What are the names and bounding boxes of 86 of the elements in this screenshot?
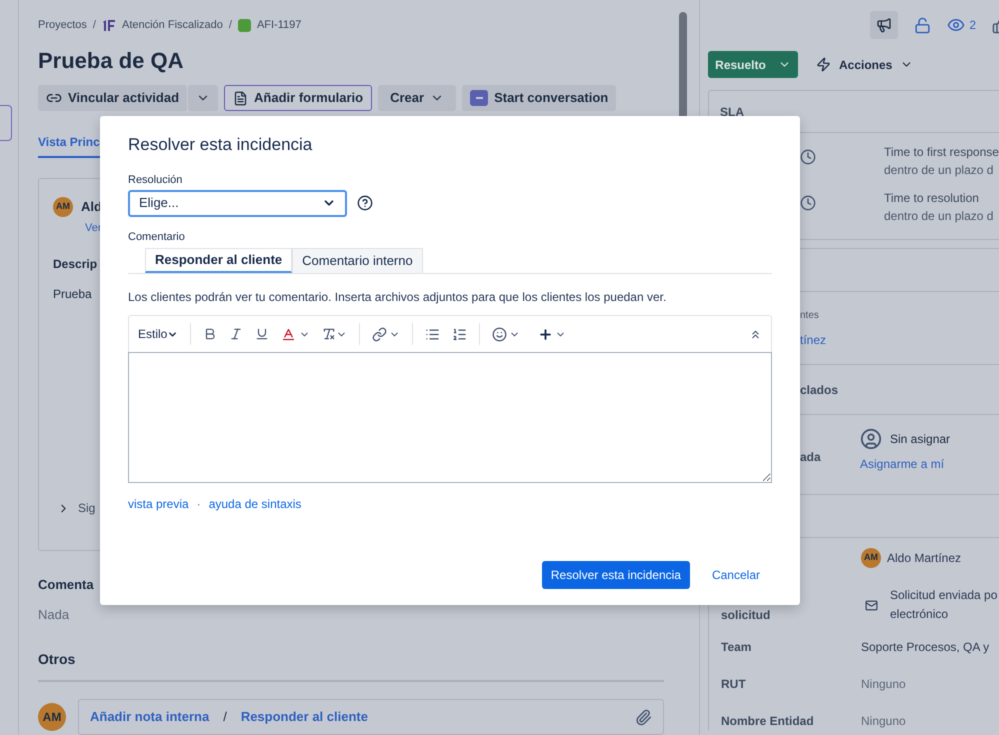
comments-text: Nada	[38, 606, 70, 624]
field-label: RUT	[721, 677, 746, 691]
preview-link[interactable]: vista previa	[128, 495, 189, 513]
section-heading: Descrip	[53, 256, 98, 272]
field-value: Solicitud enviada po	[890, 587, 998, 604]
field-label: ada	[799, 449, 822, 466]
text-color-icon[interactable]	[281, 326, 296, 342]
link-activity-button[interactable]: Vincular actividad	[38, 85, 188, 111]
field-label: solicitud	[721, 608, 770, 622]
plus-icon[interactable]	[538, 326, 554, 342]
panel-heading: SLA	[720, 104, 744, 120]
avatar: AM	[861, 548, 881, 568]
field-value: Ninguno	[861, 677, 906, 691]
field-label: Team	[721, 640, 752, 654]
breadcrumb-separator: /	[92, 18, 96, 33]
chat-app-icon	[470, 90, 488, 106]
sidebar-item[interactable]	[0, 105, 12, 141]
field-value: Soporte Procesos, QA y	[861, 640, 990, 654]
breadcrumb-link[interactable]: AFI-1197	[256, 16, 302, 34]
status-button[interactable]: Resuelto	[708, 51, 798, 78]
field-label: Resolución	[128, 173, 184, 188]
description-text: Prueba	[53, 286, 92, 302]
field-value: Ninguno	[861, 714, 906, 728]
lock-icon[interactable]	[914, 16, 932, 34]
issue-type-icon	[238, 18, 251, 32]
section-heading: Comenta	[38, 576, 94, 594]
mail-icon	[865, 598, 878, 612]
field-label: Comentario	[128, 230, 186, 244]
bold-icon[interactable]	[203, 327, 218, 341]
add-form-button[interactable]: Añadir formulario	[224, 85, 372, 111]
user-icon	[860, 428, 882, 450]
field-value: electrónico	[890, 606, 950, 623]
help-icon[interactable]	[357, 195, 373, 211]
avatar: AM	[38, 703, 66, 731]
bullet-list-icon[interactable]	[425, 326, 440, 342]
comment-tab[interactable]: Comentario interno	[292, 248, 423, 273]
comment-composer[interactable]: Añadir nota interna / Responder al cliente	[78, 699, 664, 735]
clock-icon	[800, 195, 816, 211]
feedback-button[interactable]	[870, 11, 898, 39]
field-label: Nombre Entidad	[721, 714, 814, 728]
link-icon[interactable]	[372, 326, 388, 342]
sla-name: Time to first response	[884, 144, 999, 161]
section-toggle[interactable]: Sig	[78, 499, 96, 517]
sla-status: dentro de un plazo d	[884, 208, 994, 225]
breadcrumb-link[interactable]: Proyectos	[38, 16, 87, 34]
sla-status: dentro de un plazo d	[884, 162, 994, 179]
field-value: Aldo Martínez	[887, 550, 962, 567]
eye-icon[interactable]	[947, 16, 966, 34]
avatar: AM	[53, 197, 73, 217]
field-label: ntes	[800, 309, 820, 323]
dialog-title: Resolver esta incidencia	[128, 134, 314, 156]
project-logo-icon	[102, 18, 116, 32]
emoji-icon[interactable]	[492, 326, 508, 342]
panel-heading: clados	[800, 382, 838, 398]
numbered-list-icon[interactable]	[452, 326, 468, 342]
comment-note: Los clientes podrán ver tu comentario. Inserta archivos adjuntos para que los clientes los puedan ver.	[128, 289, 668, 306]
resolution-select[interactable]: Elige...	[128, 190, 347, 216]
reply-link[interactable]: Responder al cliente	[240, 707, 368, 727]
issue-title: Prueba de QA	[38, 47, 184, 75]
sla-name: Time to resolution	[884, 190, 980, 207]
assign-to-me-link[interactable]: Asignarme a mí	[860, 455, 950, 473]
syntax-help-link[interactable]: ayuda de sintaxis	[208, 495, 302, 513]
breadcrumb-link[interactable]: Atención Fiscalizado	[122, 16, 223, 34]
lightning-icon	[816, 57, 831, 72]
start-conversation-button[interactable]: Start conversation	[462, 85, 616, 111]
text-format-icon[interactable]	[322, 327, 336, 341]
link-separator: /	[223, 708, 227, 726]
style-dropdown[interactable]: Estilo	[138, 325, 178, 343]
cancel-button[interactable]: Cancelar	[700, 561, 772, 589]
breadcrumb-separator: /	[228, 18, 232, 33]
section-heading: Otros	[38, 650, 76, 669]
resolve-button[interactable]: Resolver esta incidencia	[542, 561, 690, 589]
form-icon	[233, 90, 248, 106]
internal-note-link[interactable]: Añadir nota interna	[90, 707, 210, 727]
participant-link[interactable]: tínez	[800, 331, 999, 349]
watcher-count: 2	[969, 17, 976, 34]
assignee-value: Sin asignar	[890, 431, 950, 448]
italic-icon[interactable]	[229, 327, 244, 341]
actions-button[interactable]: Acciones	[816, 56, 914, 74]
paperclip-icon	[635, 708, 652, 726]
comment-tab[interactable]: Responder al cliente	[145, 248, 292, 273]
link-separator: ·	[196, 496, 201, 513]
megaphone-icon	[876, 17, 892, 33]
create-button[interactable]: Crear	[378, 85, 456, 111]
clock-icon	[800, 149, 816, 165]
underline-icon[interactable]	[255, 327, 270, 341]
